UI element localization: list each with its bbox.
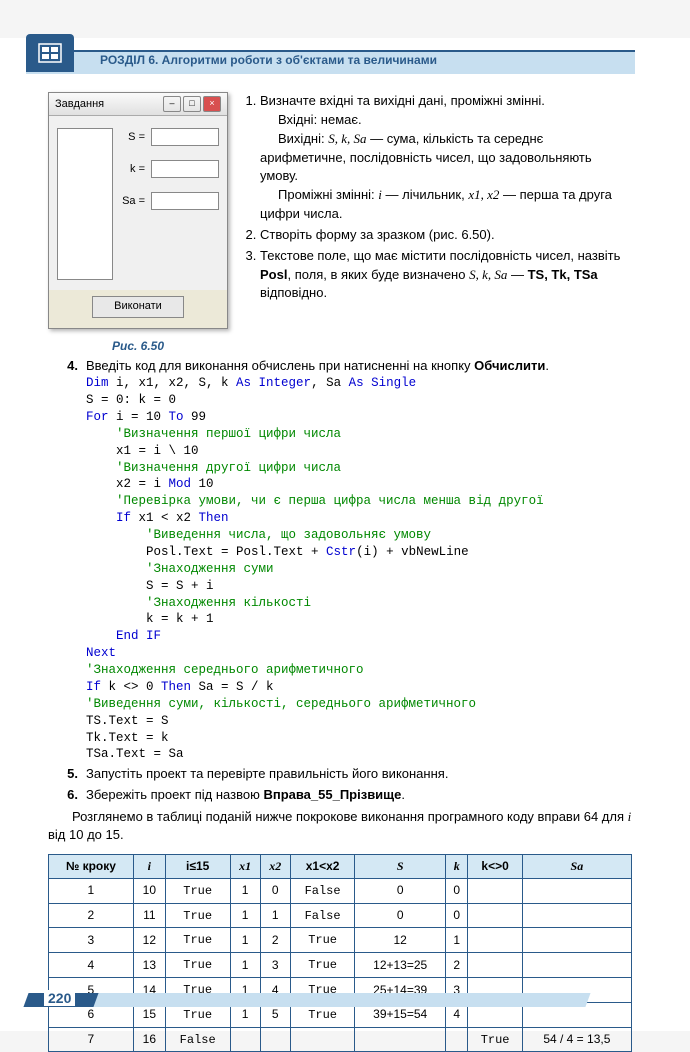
figure-caption: Рис. 6.50 xyxy=(48,339,228,353)
table-row: 716FalseTrue54 / 4 = 13,5 xyxy=(49,1027,632,1052)
form-window-title: Завдання xyxy=(55,98,104,110)
content: Завдання – □ × S = k = Sa = xyxy=(0,74,690,1052)
trace-table: № крокуii≤15x1x2x1<x2Skk<>0Sa 110True10F… xyxy=(48,854,632,1052)
code-block: Dim i, x1, x2, S, k As Integer, Sa As Si… xyxy=(86,375,632,763)
input-s xyxy=(151,128,219,146)
table-header: x1 xyxy=(230,855,260,879)
item-3: Текстове поле, що має містити послідовні… xyxy=(260,247,632,304)
chapter-title: РОЗДІЛ 6. Алгоритми роботи з об'єктами т… xyxy=(100,53,437,67)
item-2: Створіть форму за зразком (рис. 6.50). xyxy=(260,226,632,245)
form-listbox xyxy=(57,128,113,280)
table-header: S xyxy=(355,855,446,879)
table-header: № кроку xyxy=(49,855,134,879)
close-icon: × xyxy=(203,96,221,112)
table-header: k xyxy=(445,855,468,879)
execute-button: Виконати xyxy=(92,296,184,318)
minimize-icon: – xyxy=(163,96,181,112)
table-header: k<>0 xyxy=(468,855,522,879)
table-row: 312True12True121 xyxy=(49,928,632,953)
table-header: Sa xyxy=(522,855,631,879)
item-1: Визначте вхідні та вихідні дані, проміжн… xyxy=(260,92,632,224)
item-5: 5.Запустіть проект та перевірте правильн… xyxy=(48,765,632,783)
table-row: 211True11False00 xyxy=(49,903,632,928)
page: РОЗДІЛ 6. Алгоритми роботи з об'єктами т… xyxy=(0,38,690,1031)
label-s: S = xyxy=(119,131,145,143)
table-header: x1<x2 xyxy=(290,855,355,879)
item-6: 6.Збережіть проект під назвою Вправа_55_… xyxy=(48,786,632,804)
label-k: k = xyxy=(119,163,145,175)
table-header: i xyxy=(133,855,165,879)
input-k xyxy=(151,160,219,178)
chapter-header: РОЗДІЛ 6. Алгоритми роботи з об'єктами т… xyxy=(0,38,690,74)
table-header: x2 xyxy=(260,855,290,879)
item-4: 4. Введіть код для виконання обчислень п… xyxy=(48,357,632,375)
paragraph: Розглянемо в таблиці поданій нижче покро… xyxy=(48,808,632,844)
table-row: 110True10False00 xyxy=(49,878,632,903)
label-sa: Sa = xyxy=(119,195,145,207)
table-row: 413True13True12+13=252 xyxy=(49,953,632,978)
figure-6-50: Завдання – □ × S = k = Sa = xyxy=(48,92,228,353)
page-number: 220 xyxy=(44,990,75,1006)
input-sa xyxy=(151,192,219,210)
table-header: i≤15 xyxy=(165,855,230,879)
chapter-icon xyxy=(26,34,74,72)
maximize-icon: □ xyxy=(183,96,201,112)
